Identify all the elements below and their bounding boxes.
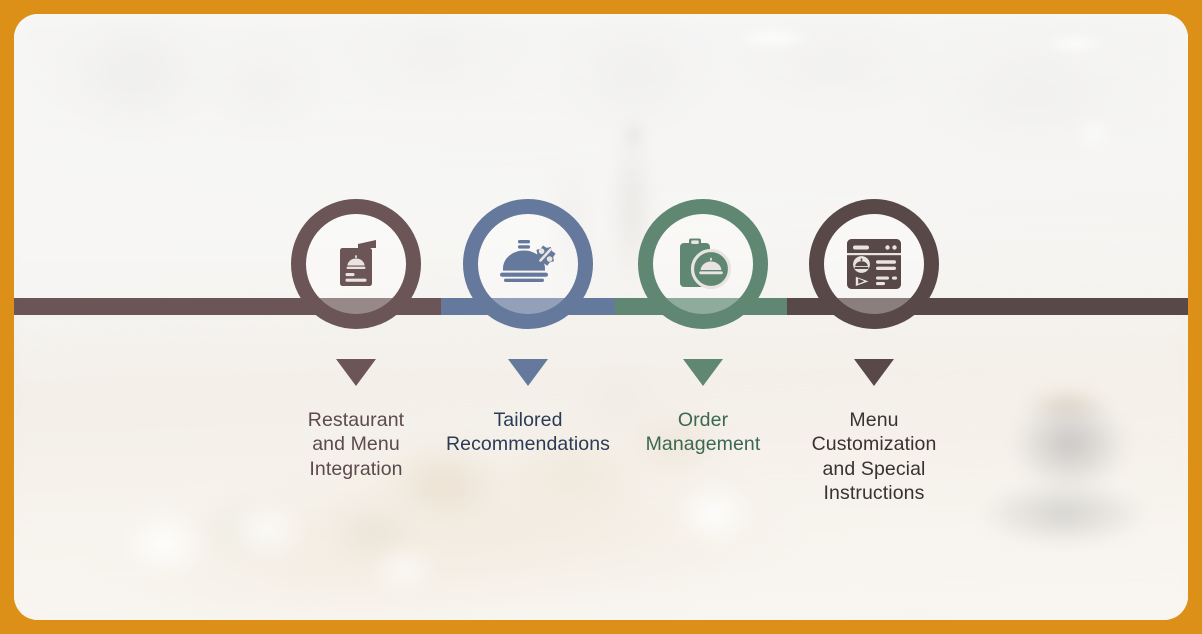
discount-cloche-icon [498, 236, 558, 292]
background-white-overlay [14, 14, 1188, 620]
step-label-4: Menu Customization and Special Instructi… [811, 409, 937, 504]
step-circle-4[interactable] [809, 199, 939, 329]
menu-card-icon [327, 235, 385, 293]
step-arrow-3 [683, 359, 723, 386]
menu-window-icon [845, 237, 903, 291]
timeline-bar [14, 298, 1188, 315]
step-circle-2[interactable] [463, 199, 593, 329]
step-arrow-1 [336, 359, 376, 386]
infographic-canvas: Restaurant and Menu Integration Tailored… [14, 14, 1188, 620]
step-circle-1[interactable] [291, 199, 421, 329]
clipboard-order-icon [674, 236, 732, 292]
step-arrow-2 [508, 359, 548, 386]
step-arrow-4 [854, 359, 894, 386]
step-circle-3[interactable] [638, 199, 768, 329]
orange-frame: Restaurant and Menu Integration Tailored… [0, 0, 1202, 634]
